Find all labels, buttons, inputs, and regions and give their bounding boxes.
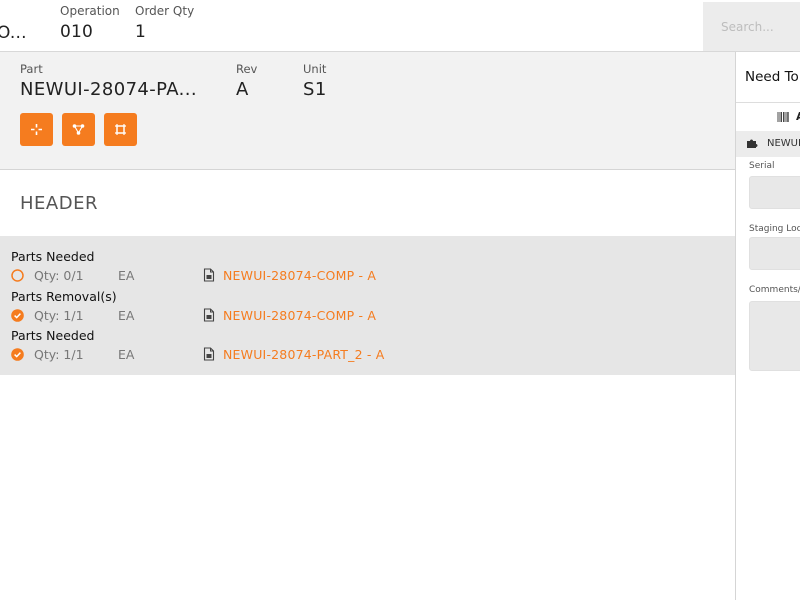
unit-value: S1 (303, 79, 327, 100)
top-bar: O... Operation 010 Order Qty 1 (0, 0, 800, 52)
order-qty-label: Order Qty (135, 4, 195, 18)
check-circle-icon (11, 309, 24, 322)
part-label: Part (20, 62, 43, 76)
document-icon (203, 308, 215, 322)
pending-circle-icon (11, 269, 24, 282)
uom-text: EA (118, 347, 135, 362)
unit-field: Unit S1 (303, 62, 327, 100)
search-input[interactable] (703, 2, 800, 51)
header-section: HEADER (0, 171, 736, 236)
barcode-icon[interactable] (777, 112, 789, 122)
puzzle-icon (747, 139, 758, 148)
staging-location-label: Staging Locat (749, 224, 800, 234)
order-qty-field: Order Qty 1 (135, 4, 194, 42)
group-title: Parts Needed (11, 249, 95, 264)
list-item: Qty: 1/1 EA NEWUI-28074-COMP - A (11, 308, 711, 326)
section-title: HEADER (20, 193, 98, 214)
target-icon (31, 124, 42, 135)
part-link[interactable]: NEWUI-28074-COMP - A (223, 268, 376, 283)
group-title: Parts Removal(s) (11, 289, 117, 304)
share-nodes-button[interactable] (62, 113, 95, 146)
frame-button[interactable] (104, 113, 137, 146)
serial-label: Serial (749, 161, 775, 171)
panel-tab-bar: A (736, 103, 800, 131)
serial-input[interactable] (749, 176, 800, 209)
right-side-panel: Need To A NEWUI Serial Staging Locat Com… (735, 52, 800, 600)
part-field: Part NEWUI-28074-PA... (20, 62, 197, 100)
frame-icon (115, 124, 126, 135)
document-icon (203, 347, 215, 361)
rev-label: Rev (236, 62, 258, 76)
operation-field: Operation 010 (60, 4, 120, 42)
comments-label: Comments/op (749, 285, 800, 295)
list-item: Qty: 0/1 EA NEWUI-28074-COMP - A (11, 268, 711, 286)
operation-value: 010 (60, 22, 94, 42)
part-value: NEWUI-28074-PA... (20, 79, 198, 100)
qty-text: Qty: 1/1 (34, 347, 84, 362)
order-field: O... (0, 4, 27, 43)
panel-title: Need To (745, 69, 799, 85)
search-box (703, 2, 800, 51)
target-button[interactable] (20, 113, 53, 146)
list-item: Qty: 1/1 EA NEWUI-28074-PART_2 - A (11, 347, 711, 365)
component-label: NEWUI (767, 138, 800, 149)
comments-textarea[interactable] (749, 301, 800, 371)
share-nodes-icon (72, 124, 85, 135)
parts-list: Parts Needed Qty: 0/1 EA NEWUI-28074-COM… (0, 236, 736, 375)
uom-text: EA (118, 308, 135, 323)
uom-text: EA (118, 268, 135, 283)
order-label (0, 4, 27, 19)
tab-label[interactable]: A (796, 110, 800, 123)
operation-label: Operation (60, 4, 120, 18)
rev-value: A (236, 79, 249, 100)
rev-field: Rev A (236, 62, 257, 100)
component-item[interactable]: NEWUI (736, 131, 800, 157)
order-qty-value: 1 (135, 22, 147, 42)
group-title: Parts Needed (11, 328, 95, 343)
qty-text: Qty: 0/1 (34, 268, 84, 283)
check-circle-icon (11, 348, 24, 361)
order-value: O... (0, 23, 27, 43)
staging-location-input[interactable] (749, 237, 800, 270)
qty-text: Qty: 1/1 (34, 308, 84, 323)
part-info-panel: Part NEWUI-28074-PA... Rev A Unit S1 (0, 52, 736, 170)
part-link[interactable]: NEWUI-28074-COMP - A (223, 308, 376, 323)
part-link[interactable]: NEWUI-28074-PART_2 - A (223, 347, 385, 362)
unit-label: Unit (303, 62, 327, 76)
document-icon (203, 268, 215, 282)
